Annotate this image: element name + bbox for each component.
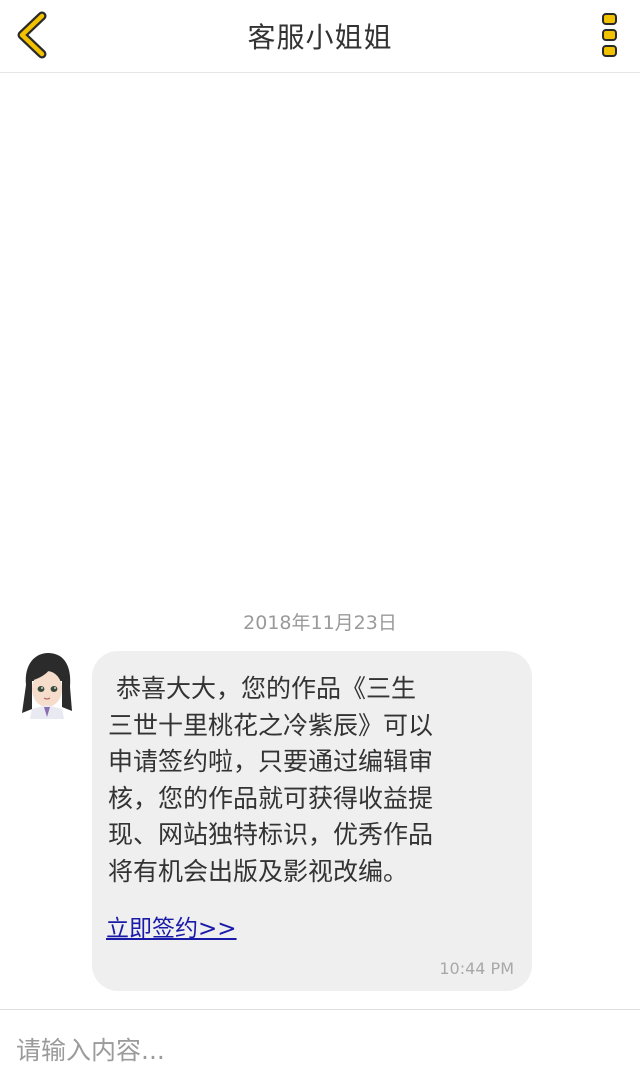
message-timestamp: 10:44 PM xyxy=(439,959,514,978)
sign-contract-link[interactable]: 立即签约>> xyxy=(106,909,237,943)
date-separator: 2018年11月23日 xyxy=(243,612,397,634)
page-title: 客服小姐姐 xyxy=(247,21,393,54)
avatar[interactable] xyxy=(18,651,76,719)
message-text: 恭喜大大，您的作品《三生 三世十里桃花之冷紫辰》可以 申请签约啦，只要通过编辑审… xyxy=(108,674,434,886)
more-button[interactable] xyxy=(598,12,622,58)
message-list[interactable]: 2018年11月23日 恭喜大大，您的作品《三生 三世十里桃花之冷紫辰》可以 申… xyxy=(0,73,640,1008)
header-bar: 客服小姐姐 xyxy=(0,0,640,73)
more-vertical-icon xyxy=(602,13,617,57)
chat-screen: 客服小姐姐 2018年11月23日 恭喜大大，您的作品《三生 三世十里桃花之冷紫… xyxy=(0,0,640,1091)
avatar-anime-girl-icon xyxy=(22,653,72,719)
message-input[interactable] xyxy=(14,1022,618,1078)
message-bubble: 恭喜大大，您的作品《三生 三世十里桃花之冷紫辰》可以 申请签约啦，只要通过编辑审… xyxy=(92,651,532,991)
input-bar xyxy=(0,1009,640,1091)
